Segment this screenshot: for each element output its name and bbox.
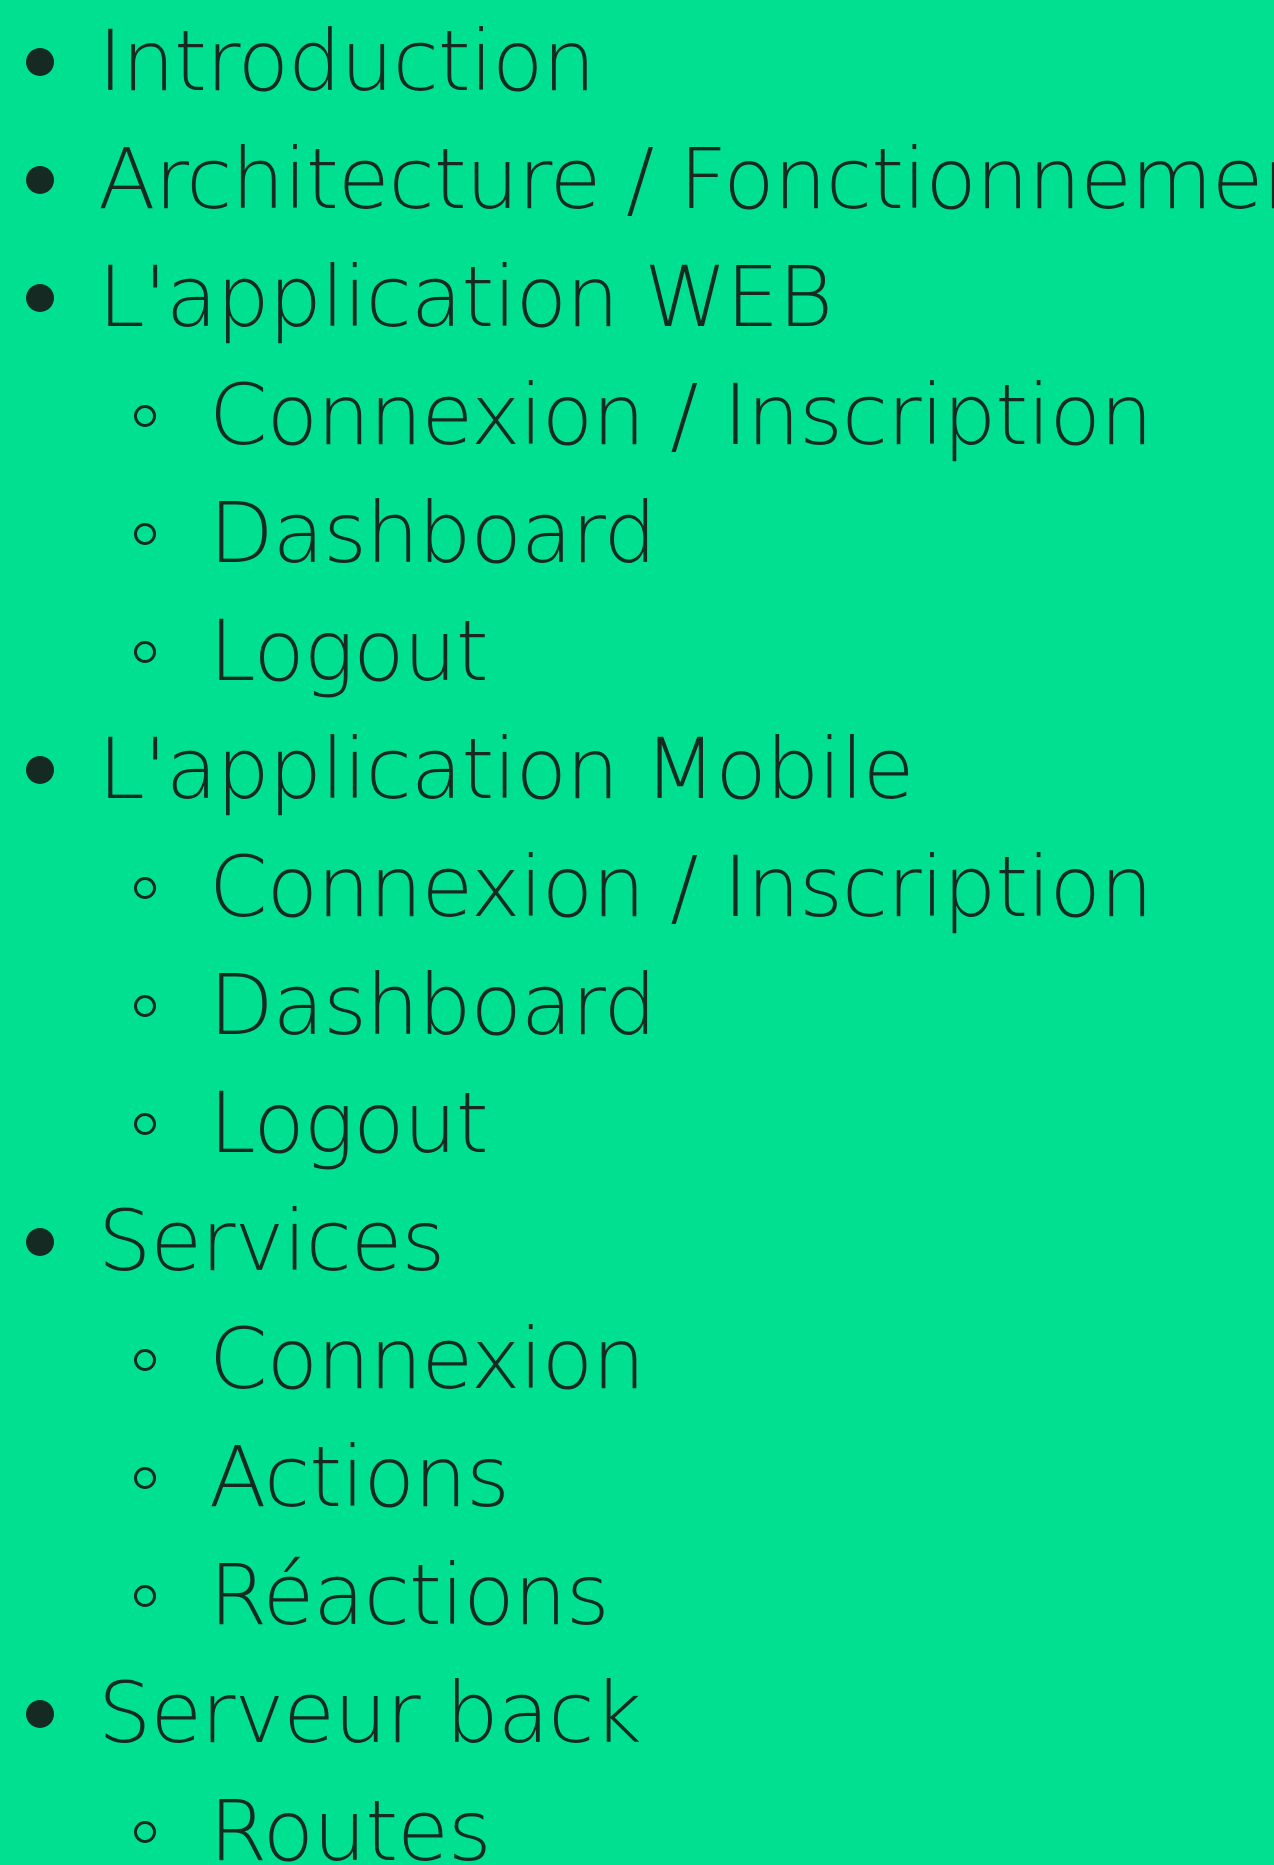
toc-item-label: Services xyxy=(98,1192,445,1290)
circle-bullet-icon xyxy=(134,641,156,663)
disc-bullet-icon xyxy=(26,166,54,194)
disc-bullet-icon xyxy=(26,284,54,312)
toc-item-label: Actions xyxy=(209,1428,510,1526)
circle-bullet-icon xyxy=(134,1585,156,1607)
toc-item-label: Architecture / Fonctionnement xyxy=(98,130,1274,228)
toc-item-label: L'application Mobile xyxy=(98,720,914,818)
circle-bullet-icon xyxy=(134,1113,156,1135)
table-of-contents: Introduction Architecture / Fonctionneme… xyxy=(0,0,1274,1865)
toc-item-label: Dashboard xyxy=(209,484,657,582)
toc-item-label: Connexion / Inscription xyxy=(209,838,1153,936)
circle-bullet-icon xyxy=(134,877,156,899)
toc-item-label: Connexion xyxy=(209,1310,645,1408)
toc-item-label: Dashboard xyxy=(209,956,657,1054)
toc-item-label: Logout xyxy=(209,602,489,700)
disc-bullet-icon xyxy=(26,756,54,784)
disc-bullet-icon xyxy=(26,48,54,76)
disc-bullet-icon xyxy=(26,1700,54,1728)
toc-item-label: Routes xyxy=(209,1782,492,1865)
circle-bullet-icon xyxy=(134,523,156,545)
circle-bullet-icon xyxy=(134,405,156,427)
circle-bullet-icon xyxy=(134,1467,156,1489)
toc-item-label: Connexion / Inscription xyxy=(209,366,1153,464)
toc-item-label: L'application WEB xyxy=(98,248,833,346)
toc-item-label: Réactions xyxy=(209,1546,610,1644)
toc-item-label: Logout xyxy=(209,1074,489,1172)
toc-item-label: Introduction xyxy=(98,12,596,110)
disc-bullet-icon xyxy=(26,1228,54,1256)
circle-bullet-icon xyxy=(134,995,156,1017)
circle-bullet-icon xyxy=(134,1349,156,1371)
circle-bullet-icon xyxy=(134,1821,156,1843)
toc-item-label: Serveur back xyxy=(98,1664,642,1762)
